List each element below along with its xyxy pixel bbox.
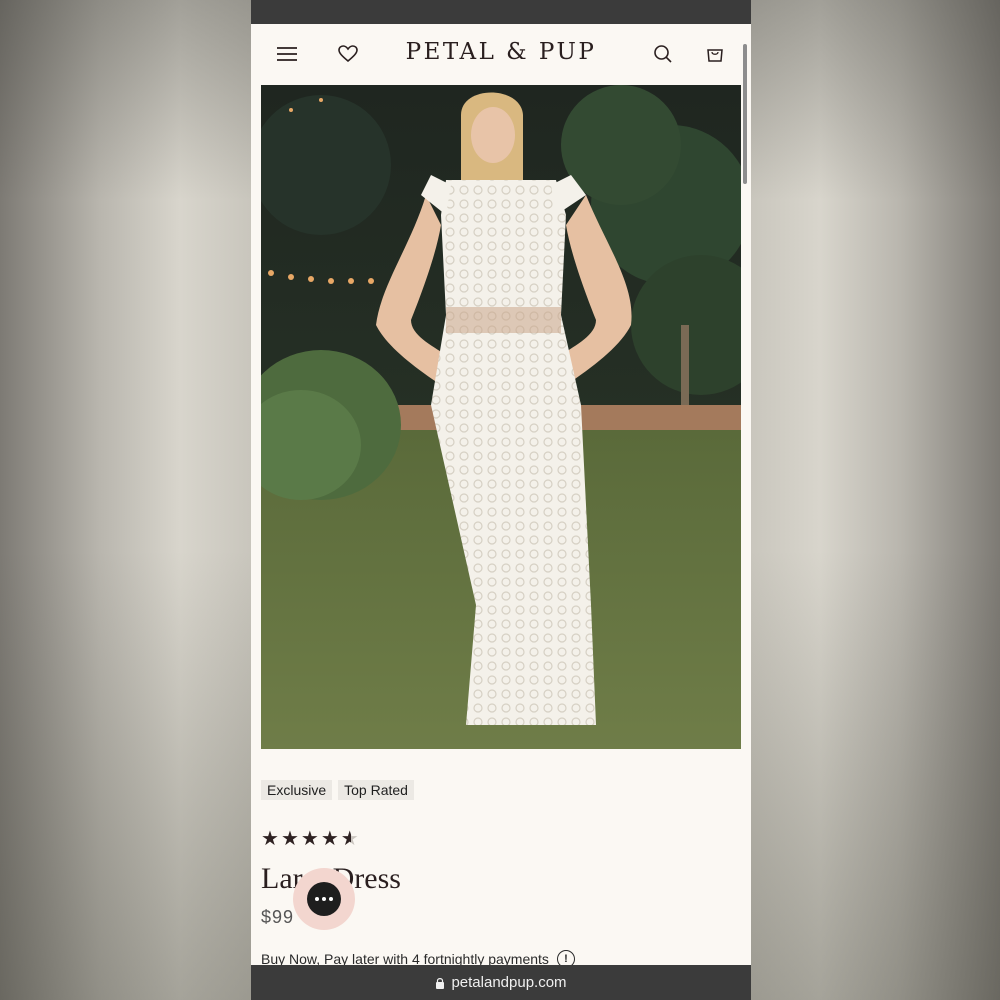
product-price: $99 bbox=[261, 907, 295, 927]
tag-exclusive: Exclusive bbox=[261, 780, 333, 800]
product-image[interactable] bbox=[261, 85, 741, 749]
phone-screen: PETAL & PUP Exclusive Top Rated ★ ★ ★ ★ … bbox=[251, 0, 751, 1000]
chat-icon bbox=[307, 882, 341, 916]
tag-top-rated: Top Rated bbox=[338, 780, 414, 800]
browser-url-bar[interactable]: petalandpup.com bbox=[251, 965, 751, 1000]
site-header: PETAL & PUP bbox=[251, 24, 751, 84]
star-rating[interactable]: ★ ★ ★ ★ ★ bbox=[261, 828, 359, 850]
product-tags: Exclusive Top Rated bbox=[261, 780, 414, 800]
half-star-icon: ★ bbox=[340, 828, 359, 850]
star-icon: ★ bbox=[320, 828, 339, 850]
chat-button[interactable] bbox=[293, 868, 355, 930]
star-icon: ★ bbox=[280, 828, 299, 850]
url-text: petalandpup.com bbox=[451, 974, 567, 991]
scrollbar[interactable] bbox=[743, 44, 747, 184]
bag-icon[interactable] bbox=[699, 38, 731, 70]
lock-icon bbox=[436, 977, 445, 989]
search-icon[interactable] bbox=[647, 38, 679, 70]
status-bar bbox=[251, 0, 751, 24]
star-icon: ★ bbox=[261, 828, 279, 850]
star-icon: ★ bbox=[300, 828, 319, 850]
